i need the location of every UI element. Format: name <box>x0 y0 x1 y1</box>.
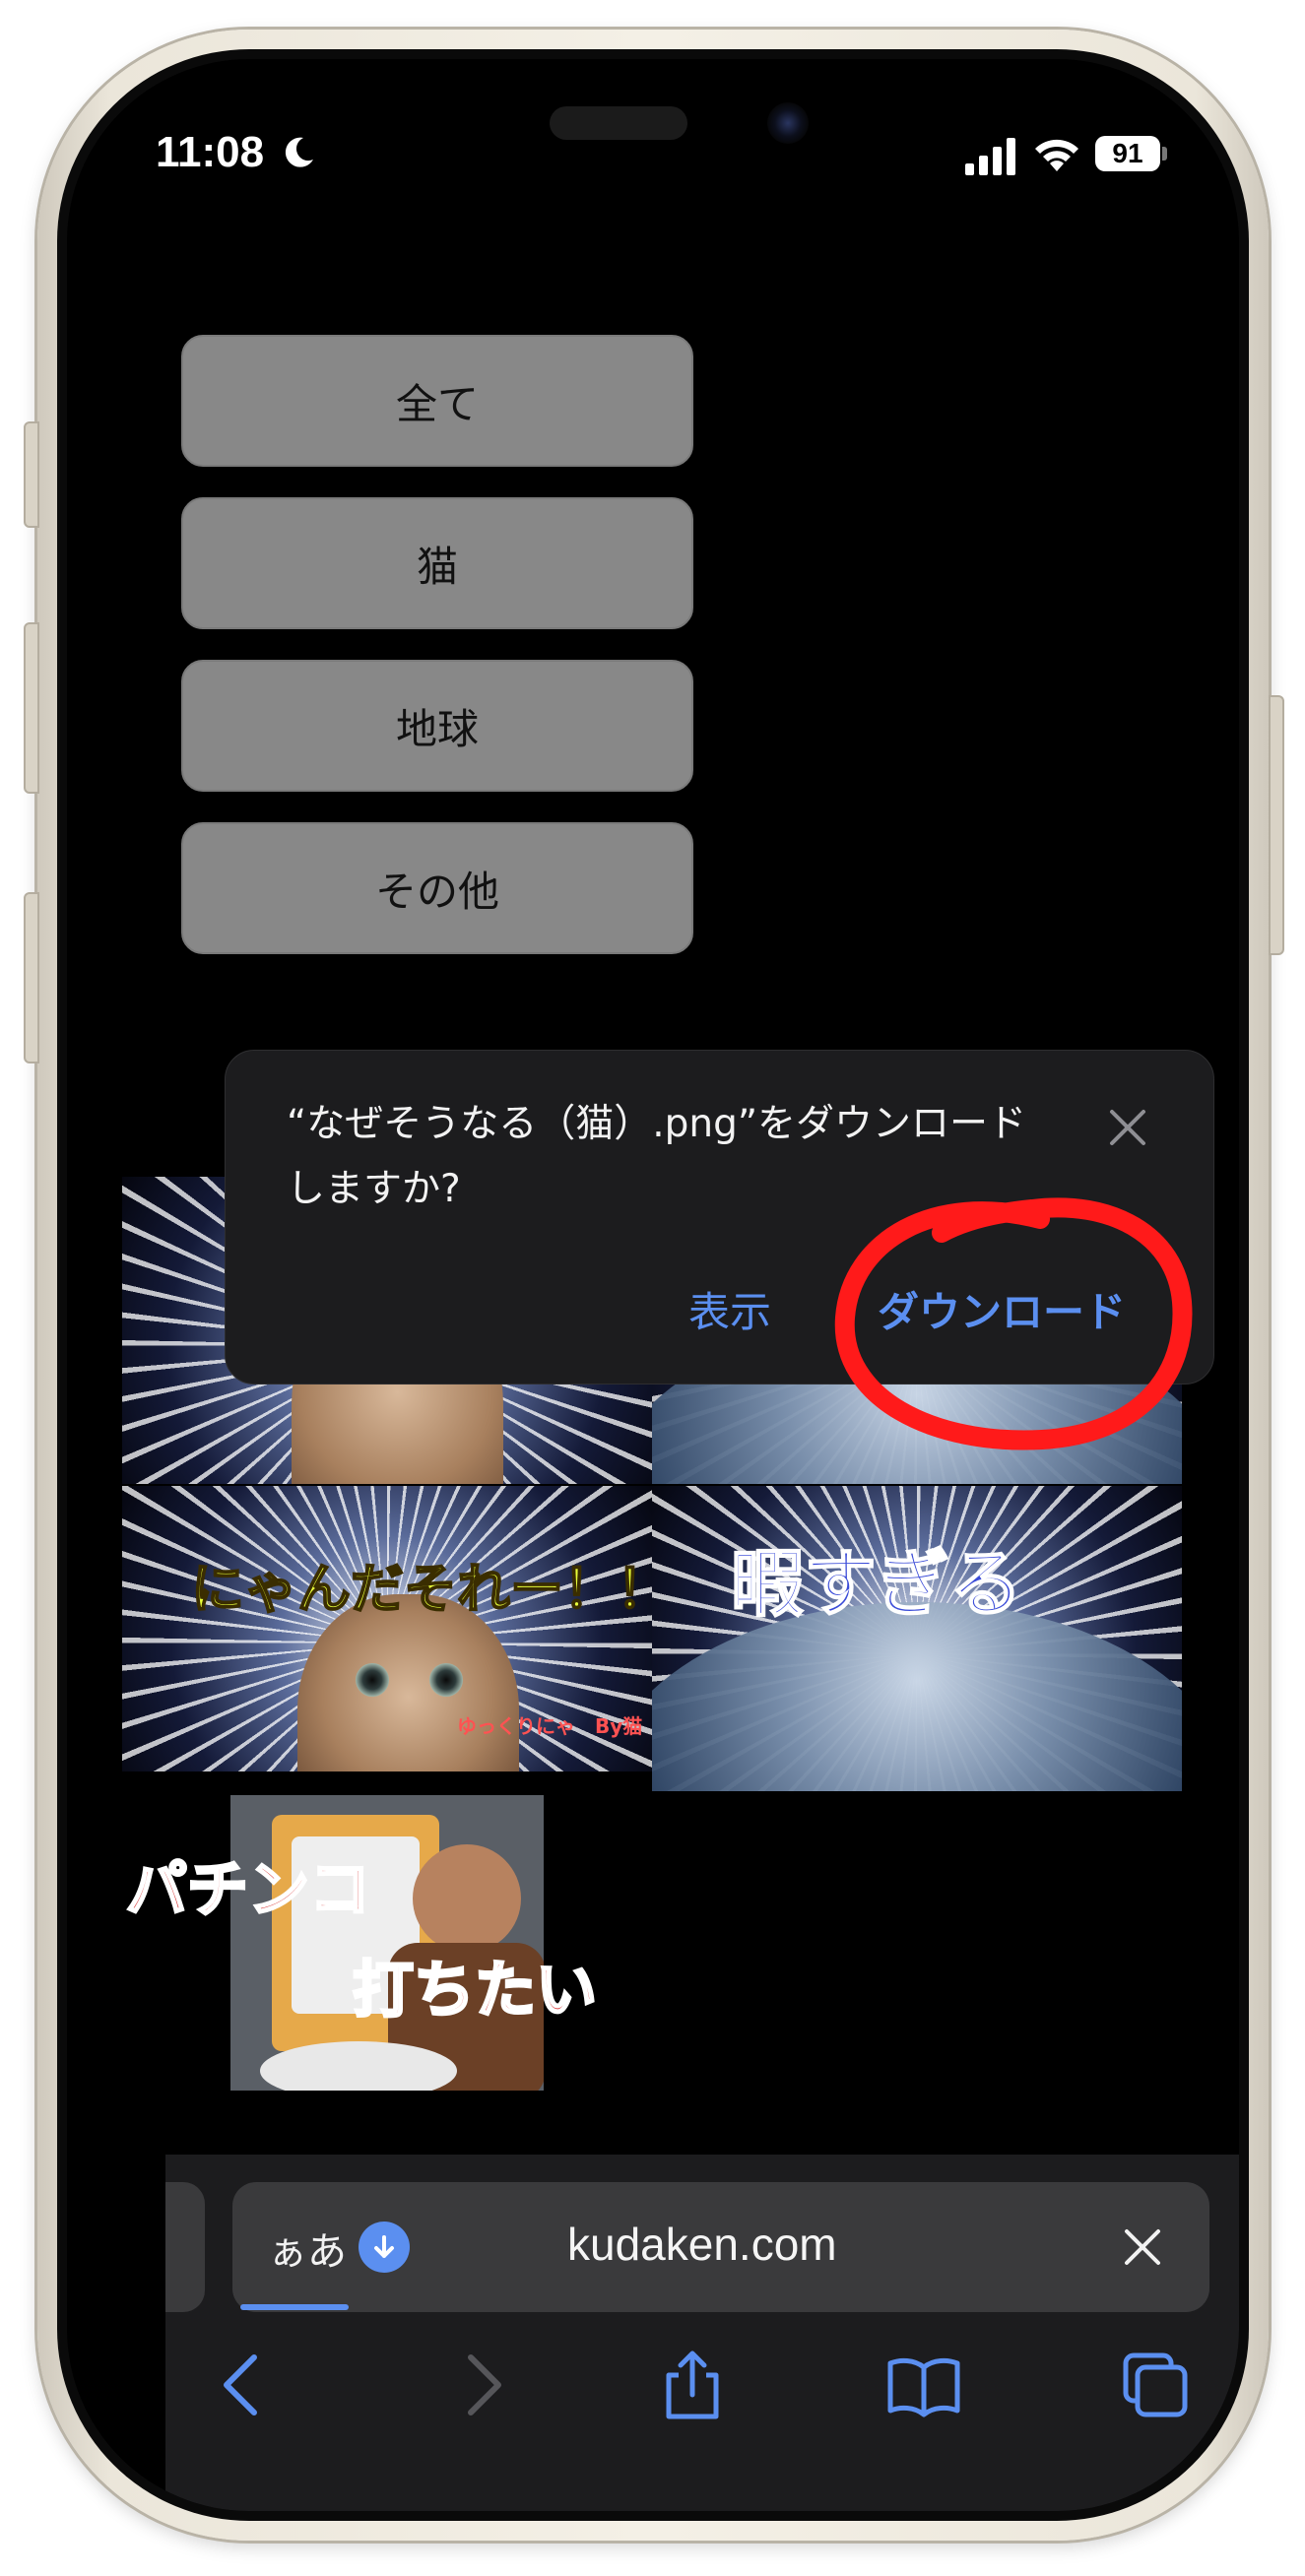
category-cat-button[interactable]: 猫 <box>181 497 693 629</box>
front-camera <box>767 102 809 144</box>
wifi-icon <box>1035 139 1078 171</box>
address-bar[interactable]: ぁあ kudaken.com <box>232 2182 1209 2312</box>
bookmarks-icon[interactable] <box>884 2346 963 2424</box>
view-button[interactable]: 表示 <box>688 1279 771 1339</box>
thumbnail-cat-2[interactable]: にゃんだそれー！！ ゆっくりにゃ By猫 <box>122 1486 652 1771</box>
loading-progress-bar <box>240 2304 349 2310</box>
cat-caption: にゃんだそれー！！ <box>190 1557 652 1621</box>
tabs-icon[interactable] <box>1116 2346 1195 2424</box>
screen: 11:08 91 全て 猫 地球 その他 にゃんだそれー！！ ゆっくりにゃ By… <box>67 59 1239 2511</box>
thumbnail-earth-2[interactable]: 暇すぎる <box>652 1486 1182 1791</box>
reader-options-button[interactable]: ぁあ <box>268 2220 347 2277</box>
close-icon[interactable] <box>1104 1104 1151 1151</box>
volume-up-button <box>24 622 39 794</box>
battery-indicator: 91 <box>1095 136 1160 171</box>
forward-icon[interactable] <box>441 2346 520 2424</box>
category-other-button[interactable]: その他 <box>181 822 693 954</box>
pachinko-caption-1: パチンコ <box>124 1852 371 1927</box>
category-all-button[interactable]: 全て <box>181 335 693 467</box>
pachinko-caption-2: 打ちたい <box>351 1953 598 2028</box>
clear-icon[interactable] <box>1119 2223 1166 2271</box>
download-dialog: “なぜそうなる（猫）.png”をダウンロードしますか? 表示 ダウンロード <box>225 1050 1214 1385</box>
cellular-signal-icon <box>965 138 1015 175</box>
url-text[interactable]: kudaken.com <box>567 2218 837 2271</box>
download-progress-icon[interactable] <box>359 2222 410 2273</box>
back-icon[interactable] <box>205 2346 284 2424</box>
battery-tip <box>1162 147 1167 161</box>
moon-icon <box>285 137 313 167</box>
category-earth-button[interactable]: 地球 <box>181 660 693 792</box>
action-button <box>24 421 39 528</box>
earth-caption: 暇すぎる <box>730 1541 1023 1628</box>
volume-down-button <box>24 892 39 1063</box>
share-icon[interactable] <box>653 2346 732 2424</box>
power-button <box>1269 695 1284 955</box>
cat-footer: ゆっくりにゃ By猫 <box>457 1714 643 1738</box>
download-message: “なぜそうなる（猫）.png”をダウンロードしますか? <box>287 1102 1027 1211</box>
download-button[interactable]: ダウンロード <box>878 1279 1126 1339</box>
status-time: 11:08 <box>156 128 265 176</box>
dynamic-island <box>550 106 687 140</box>
previous-tab-peek[interactable] <box>165 2182 205 2312</box>
